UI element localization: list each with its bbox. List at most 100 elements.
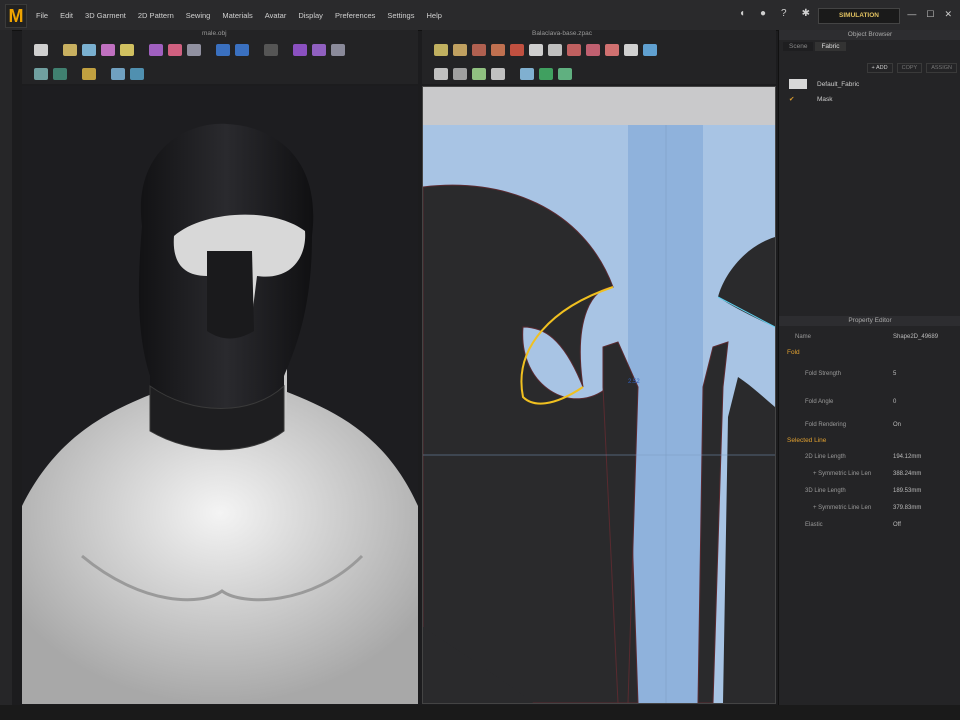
dart-icon[interactable] xyxy=(567,44,581,56)
left-dock-strip xyxy=(0,30,12,720)
section-selected-line[interactable]: Selected Line xyxy=(779,433,960,448)
grid-icon[interactable] xyxy=(53,68,67,80)
seam-icon[interactable] xyxy=(453,68,467,80)
close-icon[interactable]: ✕ xyxy=(944,9,952,20)
toolbar-3d: male.obj xyxy=(22,30,418,84)
segment-icon[interactable] xyxy=(434,68,448,80)
status-bar xyxy=(0,705,960,720)
app-logo: M xyxy=(5,4,27,28)
shirt-alt-icon[interactable] xyxy=(235,44,249,56)
user-icon[interactable]: ● xyxy=(760,8,766,19)
fabric-actions: + ADD COPY ASSIGN xyxy=(779,63,960,73)
prop-symmetric-3d: + Symmetric Line Len 379.83mm xyxy=(813,504,922,511)
object-browser-tabs: Scene Fabric xyxy=(783,42,957,51)
fabric-name: Mask xyxy=(817,95,833,103)
menu-materials[interactable]: Materials xyxy=(222,11,252,20)
hole-icon[interactable] xyxy=(605,44,619,56)
main-menu: File Edit 3D Garment 2D Pattern Sewing M… xyxy=(36,11,442,20)
minimize-icon[interactable]: — xyxy=(907,9,916,20)
cut-icon[interactable] xyxy=(168,44,182,56)
viewport-2d[interactable]: 2.52 xyxy=(422,86,776,704)
free-sewing-icon[interactable] xyxy=(491,68,505,80)
settings-icon[interactable]: ✱ xyxy=(802,8,810,19)
edit-pattern-icon[interactable] xyxy=(453,44,467,56)
menu-avatar[interactable]: Avatar xyxy=(265,11,287,20)
pen-icon[interactable] xyxy=(34,68,48,80)
garment-icon[interactable] xyxy=(82,44,96,56)
menu-sewing[interactable]: Sewing xyxy=(186,11,211,20)
button-tool-icon[interactable] xyxy=(624,44,638,56)
toolbar-3d-row1 xyxy=(34,44,345,56)
shirt-icon[interactable] xyxy=(216,44,230,56)
prop-3d-line-length: 3D Line Length 189.53mm xyxy=(805,487,922,494)
curve-icon[interactable] xyxy=(491,44,505,56)
side-panel: Object Browser Scene Fabric + ADD COPY A… xyxy=(778,30,960,720)
toolbar-2d-row1 xyxy=(434,44,657,56)
select-icon[interactable] xyxy=(63,44,77,56)
measure-icon[interactable] xyxy=(293,44,307,56)
prop-fold-strength: Fold Strength 5 xyxy=(805,371,897,377)
simulation-button[interactable]: SIMULATION xyxy=(818,8,900,24)
fabric-item-mask[interactable]: ✔ Mask xyxy=(779,95,960,109)
sewing-icon[interactable] xyxy=(472,68,486,80)
header-icons: ◖ ● ? ✱ xyxy=(739,8,810,19)
menu-preferences[interactable]: Preferences xyxy=(335,11,375,20)
toolbar-2d: Balaclava-base.zpac xyxy=(422,30,776,84)
viewport3d-title: male.obj xyxy=(202,30,227,37)
internal-line-icon[interactable] xyxy=(510,44,524,56)
polygon-icon[interactable] xyxy=(472,44,486,56)
move-down-icon[interactable] xyxy=(34,44,48,56)
check-icon: ✔ xyxy=(789,96,795,103)
circle-icon[interactable] xyxy=(548,44,562,56)
prop-symmetric-2d: + Symmetric Line Len 388.24mm xyxy=(813,470,922,477)
menu-file[interactable]: File xyxy=(36,11,48,20)
menu-edit[interactable]: Edit xyxy=(60,11,73,20)
prop-name: Name Shape2D_49689 xyxy=(795,333,939,340)
property-editor-title: Property Editor xyxy=(779,316,960,326)
avatar-measure-icon[interactable] xyxy=(331,44,345,56)
copy-fabric-button[interactable]: COPY xyxy=(896,63,923,73)
texture-icon[interactable] xyxy=(643,44,657,56)
menu-bar: M File Edit 3D Garment 2D Pattern Sewing… xyxy=(0,0,960,31)
viewport-3d[interactable] xyxy=(22,86,418,704)
fabric-item-default[interactable]: Default_Fabric xyxy=(779,73,960,95)
fold-icon[interactable] xyxy=(149,44,163,56)
maximize-icon[interactable]: ☐ xyxy=(926,9,934,20)
avatar-render xyxy=(22,123,418,704)
tab-scene[interactable]: Scene xyxy=(783,42,814,51)
transform-icon[interactable] xyxy=(82,68,96,80)
help-icon[interactable]: ? xyxy=(781,8,787,19)
notch-icon[interactable] xyxy=(586,44,600,56)
symmetry-icon[interactable] xyxy=(539,68,553,80)
fabric-name: Default_Fabric xyxy=(817,80,860,88)
menu-display[interactable]: Display xyxy=(298,11,323,20)
menu-help[interactable]: Help xyxy=(426,11,441,20)
tab-fabric[interactable]: Fabric xyxy=(815,42,846,51)
object-browser-title: Object Browser xyxy=(779,30,960,40)
property-editor: Name Shape2D_49689 Fold Fold Strength 5 … xyxy=(779,328,960,533)
sticky-icon[interactable] xyxy=(558,68,572,80)
prop-elastic: Elastic Off xyxy=(805,521,901,528)
tape-icon[interactable] xyxy=(312,44,326,56)
assign-fabric-button[interactable]: ASSIGN xyxy=(926,63,957,73)
avatar-icon[interactable] xyxy=(187,44,201,56)
transform-pattern-icon[interactable] xyxy=(434,44,448,56)
add-fabric-button[interactable]: + ADD xyxy=(866,63,893,73)
pattern-select-icon[interactable] xyxy=(520,68,534,80)
menu-3d-garment[interactable]: 3D Garment xyxy=(85,11,126,20)
section-fold[interactable]: Fold xyxy=(779,345,960,360)
menu-settings[interactable]: Settings xyxy=(387,11,414,20)
fabric-swatch xyxy=(789,79,807,89)
pin-icon[interactable] xyxy=(120,44,134,56)
prop-2d-line-length: 2D Line Length 194.12mm xyxy=(805,453,922,460)
prop-fold-rendering: Fold Rendering On xyxy=(805,421,902,428)
speaker-icon[interactable]: ◖ xyxy=(739,8,745,19)
rectangle-icon[interactable] xyxy=(529,44,543,56)
toolbar-2d-row2 xyxy=(434,68,572,80)
tack-icon[interactable] xyxy=(101,44,115,56)
toolbar-3d-row2 xyxy=(34,68,144,80)
box-icon[interactable] xyxy=(130,68,144,80)
menu-2d-pattern[interactable]: 2D Pattern xyxy=(138,11,174,20)
arrow-icon[interactable] xyxy=(111,68,125,80)
arrange-icon[interactable] xyxy=(264,44,278,56)
